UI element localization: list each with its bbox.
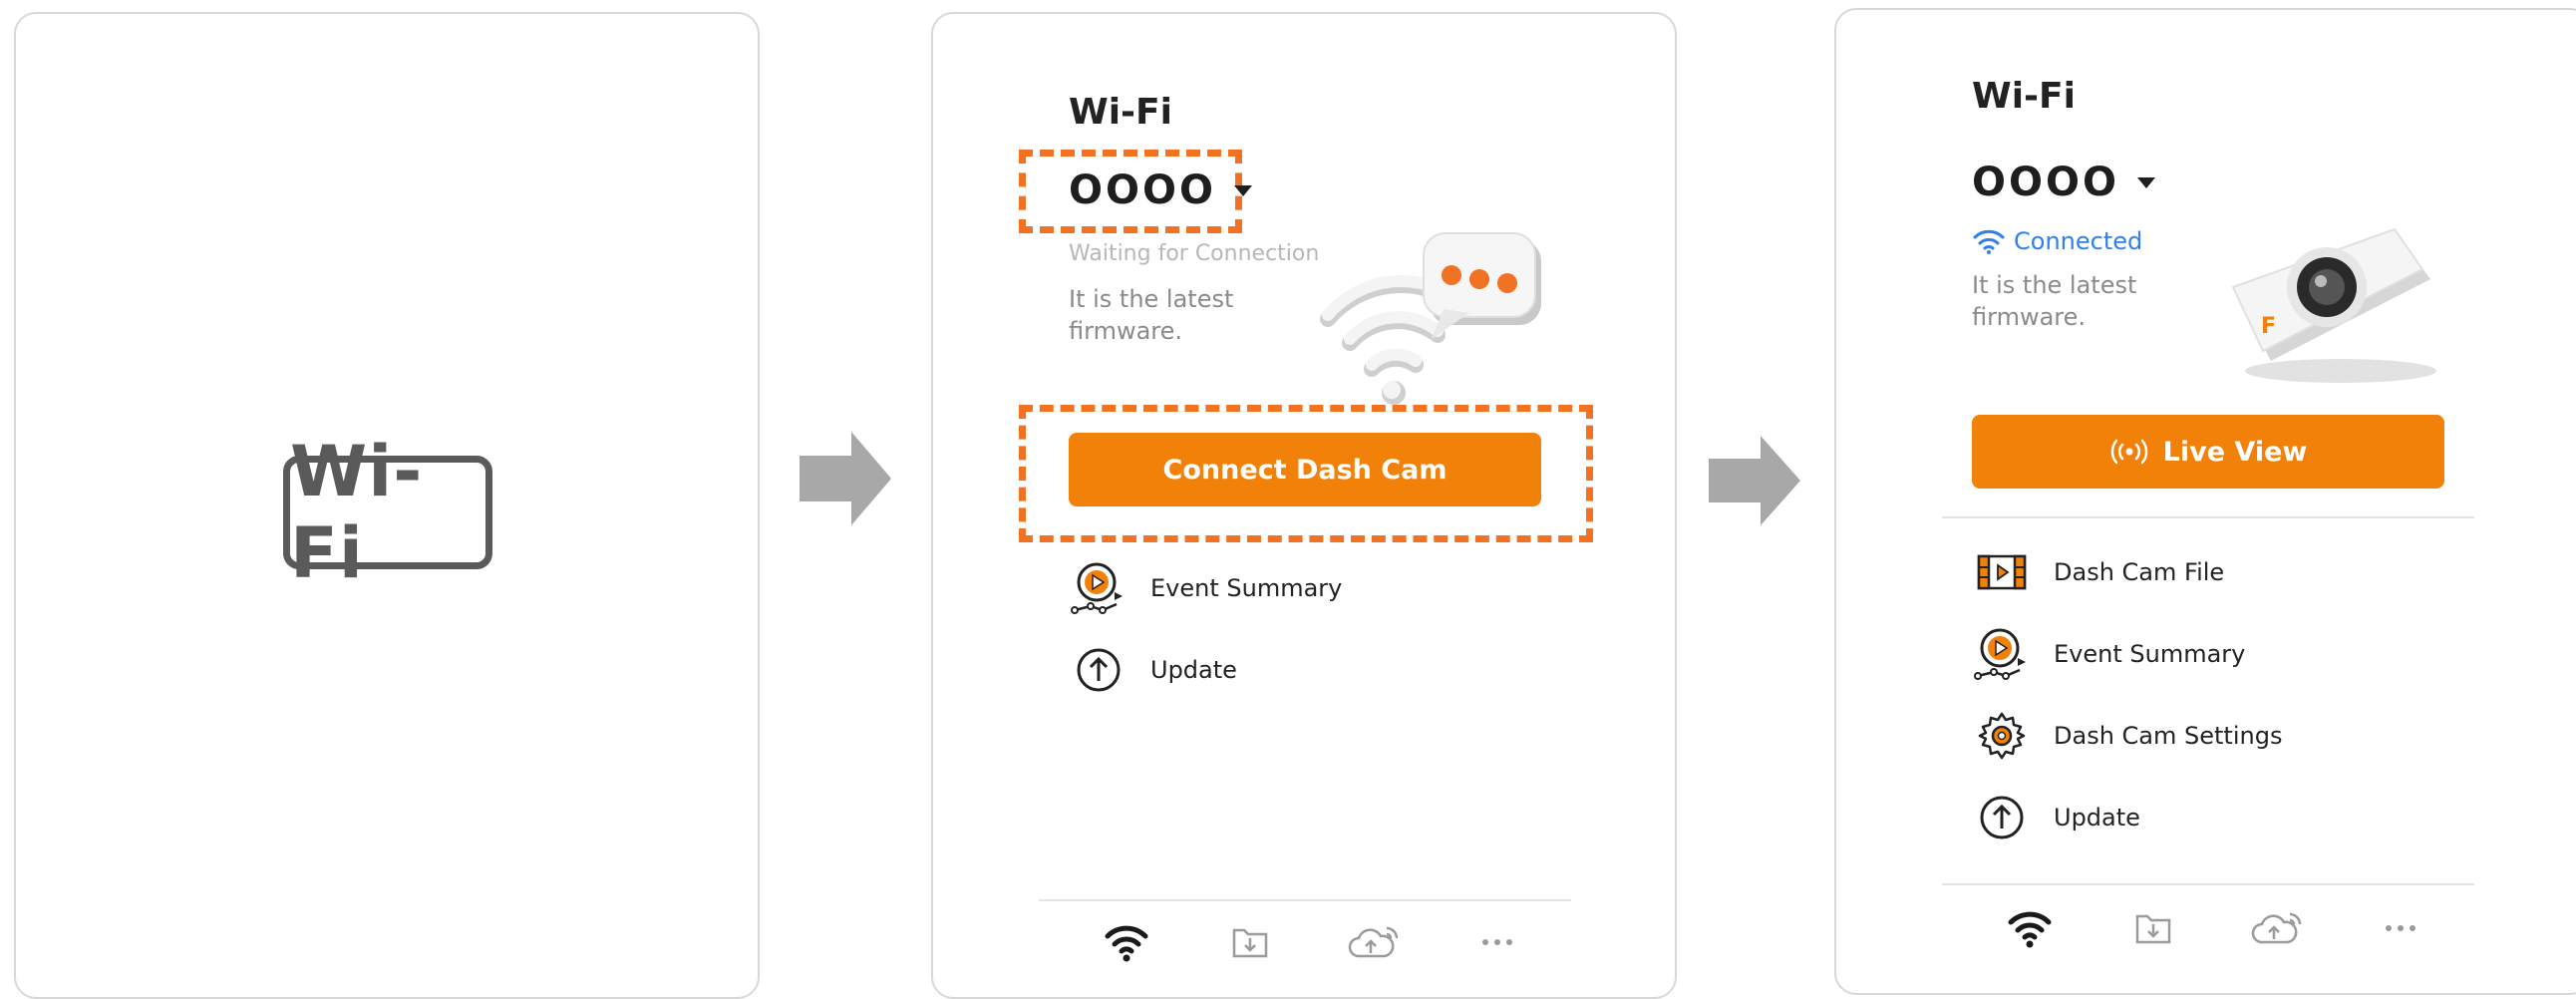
connection-status: Connected [1972,227,2142,255]
more-icon [2386,925,2415,931]
tab-cloud[interactable] [1346,917,1402,967]
wifi-chat-illustration [1320,232,1541,405]
tab-bar-divider [1942,883,2474,885]
wifi-connected-icon [1973,229,2005,254]
menu-item-event-summary[interactable]: Event Summary [1972,624,2245,684]
tab-wifi[interactable] [1099,917,1154,967]
settings-gear-icon [1972,706,2032,766]
wifi-icon [2008,911,2052,948]
section-divider [1942,516,2474,518]
menu-item-dash-cam-settings[interactable]: Dash Cam Settings [1972,706,2282,766]
ssid-name: OOOO [1972,160,2120,205]
svg-text:F: F [2261,314,2276,339]
dash-cam-illustration: F [2231,227,2436,383]
menu-item-dash-cam-file[interactable]: Dash Cam File [1972,542,2224,602]
download-folder-icon [1232,928,1268,958]
firmware-status: It is the latest firmware. [1972,271,2137,331]
cloud-upload-icon [1348,926,1399,958]
tab-more[interactable] [2373,903,2428,953]
update-icon [1069,640,1128,700]
page-title: Wi-Fi [1069,92,1172,133]
tab-more[interactable] [1469,917,1525,967]
tab-bar-divider [1039,899,1571,901]
screen-wifi-connecting: Wi-Fi OOOO Waiting for Connection It is … [931,12,1677,999]
screen-wifi-start: Wi-Fi [14,12,760,999]
event-summary-icon [1972,624,2032,684]
update-icon [1972,788,2032,847]
tab-download[interactable] [1222,917,1278,967]
live-view-label: Live View [2162,436,2308,468]
chevron-down-icon [1234,184,1253,196]
event-summary-icon [1069,558,1128,618]
download-folder-icon [2135,914,2171,944]
wifi-logo[interactable]: Wi-Fi [283,431,492,594]
menu-item-update[interactable]: Update [1972,788,2140,847]
menu-item-label: Update [1150,656,1237,684]
more-icon [1482,939,1512,945]
wifi-icon [1105,925,1148,962]
screen-wifi-connected: Wi-Fi OOOO Connected It is the latest fi… [1834,8,2576,995]
chevron-down-icon [2137,176,2156,188]
connection-status: Waiting for Connection [1069,241,1320,266]
arrow-right-icon [800,432,891,525]
menu-item-event-summary[interactable]: Event Summary [1069,558,1342,618]
ssid-name: OOOO [1069,167,1217,213]
film-icon [1972,542,2032,602]
broadcast-icon [2110,439,2147,465]
live-view-button[interactable]: Live View [1972,415,2444,489]
connect-dash-cam-button[interactable]: Connect Dash Cam [1069,433,1541,506]
tab-wifi[interactable] [2002,903,2058,953]
tab-download[interactable] [2125,903,2181,953]
menu-item-label: Dash Cam Settings [2054,722,2283,750]
menu-item-label: Update [2054,804,2140,832]
menu-item-label: Dash Cam File [2054,558,2225,586]
menu-item-update[interactable]: Update [1069,640,1237,700]
connected-label: Connected [2014,227,2143,255]
menu-item-label: Event Summary [1150,574,1343,602]
firmware-status: It is the latest firmware. [1069,285,1234,345]
page-title: Wi-Fi [1972,76,2076,117]
cloud-upload-icon [2251,912,2302,944]
arrow-right-icon [1709,436,1800,525]
menu-item-label: Event Summary [2054,640,2246,668]
ssid-selector[interactable]: OOOO [1972,160,2156,205]
tab-cloud[interactable] [2249,903,2305,953]
ssid-selector[interactable]: OOOO [1069,167,1253,213]
